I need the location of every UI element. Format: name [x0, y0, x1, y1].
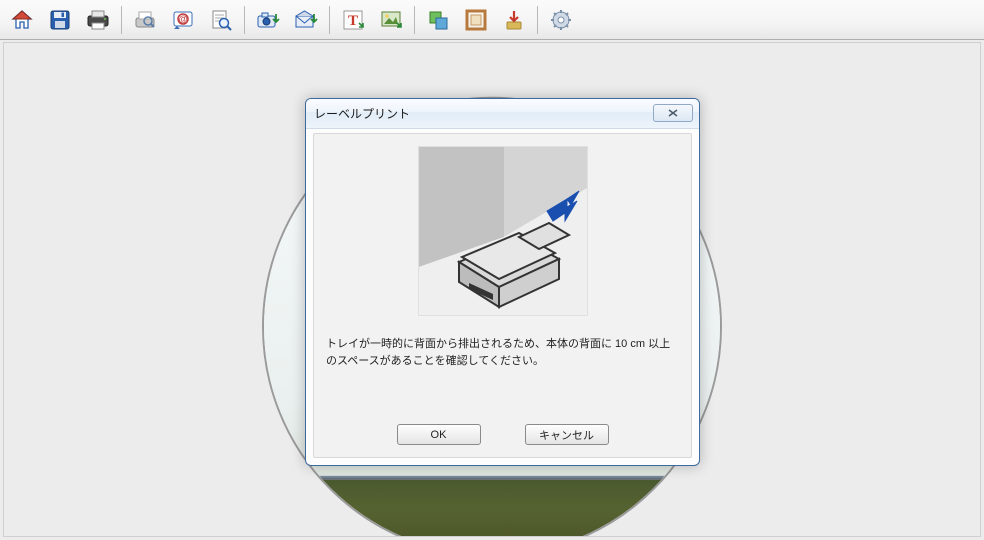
email-icon: @ [171, 8, 195, 32]
envelope-import-button[interactable] [288, 3, 324, 37]
toolbar-separator [414, 6, 415, 34]
home-button[interactable] [4, 3, 40, 37]
dialog-close-button[interactable] [653, 104, 693, 122]
frame-button[interactable] [458, 3, 494, 37]
printer-clearance-icon [419, 147, 588, 316]
dialog-body: トレイが一時的に背面から排出されるため、本体の背面に 10 cm 以上のスペース… [313, 133, 692, 458]
print-button[interactable] [80, 3, 116, 37]
dialog-title: レーベルプリント [314, 105, 410, 122]
save-button[interactable] [42, 3, 78, 37]
dialog-illustration [418, 146, 588, 316]
zoom-page-button[interactable] [203, 3, 239, 37]
dialog-button-row: OK キャンセル [314, 424, 691, 445]
print-preview-button[interactable] [127, 3, 163, 37]
frame-icon [464, 8, 488, 32]
zoom-page-icon [209, 8, 233, 32]
download-icon [502, 8, 526, 32]
home-icon [10, 8, 34, 32]
disc-ground [264, 479, 720, 537]
shapes-icon [426, 8, 450, 32]
image-insert-button[interactable] [373, 3, 409, 37]
envelope-import-icon [293, 8, 319, 32]
svg-text:@: @ [179, 14, 188, 24]
print-icon [85, 8, 111, 32]
toolbar-separator [244, 6, 245, 34]
settings-gear-icon [549, 8, 573, 32]
camera-import-icon [255, 8, 281, 32]
save-icon [48, 8, 72, 32]
camera-import-button[interactable] [250, 3, 286, 37]
download-button[interactable] [496, 3, 532, 37]
cancel-button[interactable]: キャンセル [525, 424, 609, 445]
ok-button[interactable]: OK [397, 424, 481, 445]
text-insert-icon: T [341, 8, 365, 32]
close-icon [667, 108, 679, 118]
text-insert-button[interactable]: T [335, 3, 371, 37]
toolbar-separator [537, 6, 538, 34]
label-print-dialog: レーベルプリント [305, 98, 700, 466]
settings-button[interactable] [543, 3, 579, 37]
image-insert-icon [379, 8, 403, 32]
dialog-message: トレイが一時的に背面から排出されるため、本体の背面に 10 cm 以上のスペース… [326, 336, 679, 369]
toolbar-separator [329, 6, 330, 34]
print-preview-icon [133, 8, 157, 32]
shapes-button[interactable] [420, 3, 456, 37]
main-toolbar: @ T [0, 0, 984, 40]
dialog-titlebar[interactable]: レーベルプリント [306, 99, 699, 129]
email-button[interactable]: @ [165, 3, 201, 37]
svg-text:T: T [348, 13, 358, 29]
toolbar-separator [121, 6, 122, 34]
